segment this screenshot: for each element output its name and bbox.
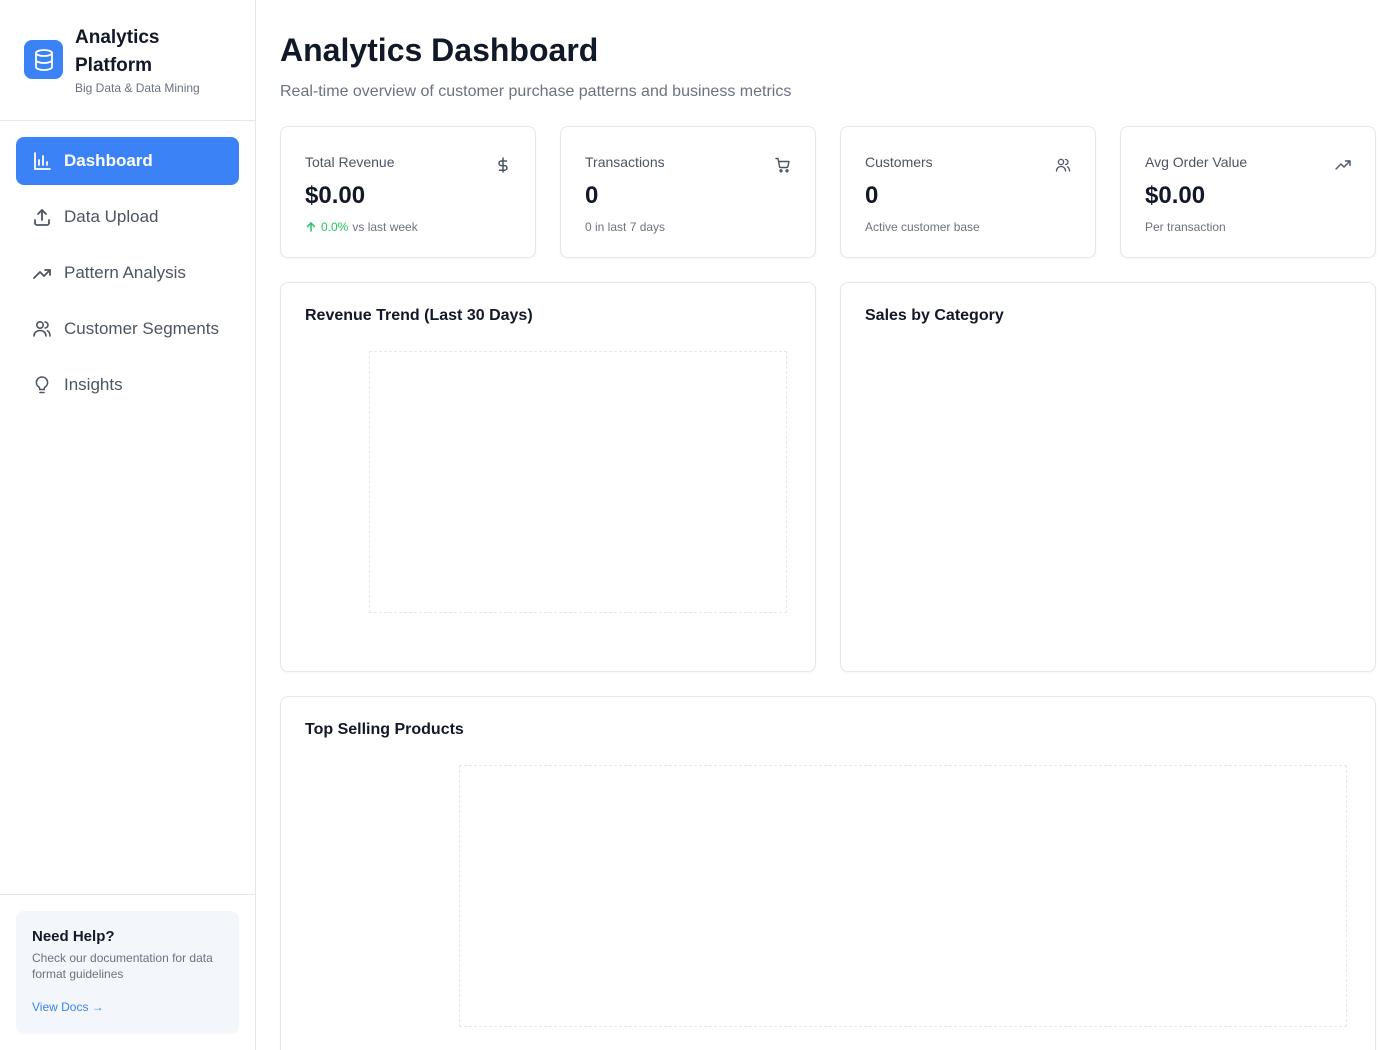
- cart-icon: [775, 157, 790, 173]
- stat-card-customers: Customers 0 Active customer base: [840, 126, 1096, 258]
- revenue-trend-chart: [369, 351, 787, 613]
- stat-change: 0.0%: [321, 220, 349, 234]
- sidebar-nav: Dashboard Data Upload Pattern Analysis C…: [0, 121, 255, 894]
- stat-value: $0.00: [1145, 182, 1206, 209]
- help-title: Need Help?: [32, 928, 115, 945]
- stat-note-text: vs last week: [352, 220, 418, 234]
- lightbulb-icon: [35, 376, 49, 394]
- brand-subtitle: Big Data & Data Mining: [75, 81, 200, 95]
- stat-value: 0: [585, 182, 599, 209]
- database-icon: [24, 40, 63, 79]
- help-text: Check our documentation for data format …: [32, 951, 213, 981]
- stats-row: Total Revenue $0.00 0.0% vs last week Tr…: [280, 126, 1376, 258]
- brand-text: Analytics Platform Big Data & Data Minin…: [75, 24, 200, 95]
- brand-header: Analytics Platform Big Data & Data Minin…: [0, 0, 255, 121]
- sidebar-item-label: Dashboard: [64, 151, 153, 170]
- dollar-icon: [498, 157, 508, 173]
- app-root: Analytics Platform Big Data & Data Minin…: [0, 0, 1400, 1050]
- brand-title-line1: Analytics: [75, 27, 160, 48]
- sidebar-item-insights[interactable]: Insights: [16, 361, 239, 409]
- top-products-card: Top Selling Products: [280, 696, 1376, 1050]
- view-docs-link[interactable]: View Docs →: [32, 1000, 104, 1014]
- sidebar-item-data-upload[interactable]: Data Upload: [16, 193, 239, 241]
- charts-row: Revenue Trend (Last 30 Days) Sales by Ca…: [280, 282, 1376, 672]
- sidebar-item-pattern-analysis[interactable]: Pattern Analysis: [16, 249, 239, 297]
- stat-note: Per transaction: [1145, 220, 1226, 234]
- stat-card-avg-order-value: Avg Order Value $0.00 Per transaction: [1120, 126, 1376, 258]
- sidebar-item-label: Pattern Analysis: [64, 263, 186, 282]
- users-icon: [1055, 158, 1071, 172]
- sidebar: Analytics Platform Big Data & Data Minin…: [0, 0, 256, 1050]
- sidebar-item-label: Customer Segments: [64, 319, 219, 338]
- card-title: Sales by Category: [865, 307, 1004, 324]
- arrow-up-icon: [306, 221, 316, 232]
- stat-label: Avg Order Value: [1145, 154, 1248, 170]
- stat-value: 0: [865, 182, 879, 209]
- top-products-chart: [459, 765, 1347, 1027]
- stat-value: $0.00: [305, 182, 366, 209]
- users-icon: [33, 320, 51, 337]
- trending-up-icon: [1335, 160, 1351, 170]
- help-card: Need Help? Check our documentation for d…: [16, 911, 239, 1034]
- page-subtitle: Real-time overview of customer purchase …: [280, 83, 792, 100]
- sidebar-item-label: Data Upload: [64, 207, 159, 226]
- upload-icon: [34, 209, 50, 226]
- trending-up-icon: [33, 269, 51, 279]
- card-title: Revenue Trend (Last 30 Days): [305, 307, 533, 324]
- stat-label: Total Revenue: [305, 154, 395, 170]
- page-title: Analytics Dashboard: [280, 32, 599, 68]
- brand-title-line2: Platform: [75, 55, 153, 76]
- bar-chart-icon: [34, 152, 51, 170]
- main-content: Analytics Dashboard Real-time overview o…: [256, 0, 1400, 1050]
- sidebar-item-dashboard[interactable]: Dashboard: [16, 137, 239, 185]
- stat-note: 0.0% vs last week: [305, 220, 511, 234]
- sidebar-item-customer-segments[interactable]: Customer Segments: [16, 305, 239, 353]
- stat-note: Active customer base: [865, 220, 980, 234]
- revenue-trend-card: Revenue Trend (Last 30 Days): [280, 282, 816, 672]
- brand-title: Analytics Platform: [75, 24, 200, 80]
- stat-card-transactions: Transactions 0 0 in last 7 days: [560, 126, 816, 258]
- card-title: Top Selling Products: [305, 721, 464, 738]
- stat-note: 0 in last 7 days: [585, 220, 666, 234]
- stat-label: Transactions: [585, 154, 665, 170]
- sales-by-category-card: Sales by Category: [840, 282, 1376, 672]
- help-section: Need Help? Check our documentation for d…: [0, 894, 255, 1050]
- stat-label: Customers: [865, 154, 933, 170]
- sidebar-item-label: Insights: [64, 375, 123, 394]
- stat-card-total-revenue: Total Revenue $0.00 0.0% vs last week: [280, 126, 536, 258]
